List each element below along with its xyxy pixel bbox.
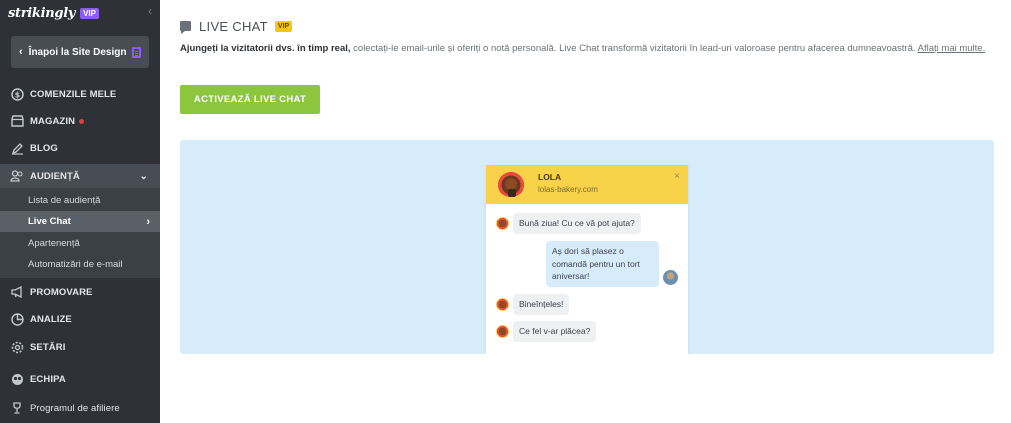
page-header: LIVE CHAT VIP [180,17,293,35]
store-icon [10,114,24,128]
sidebar-subitem-live-chat[interactable]: Live Chat › [0,211,160,232]
sidebar-item-label: ANALIZE [30,313,72,325]
chat-message: Bună ziua! Cu ce vă pot ajuta? [496,213,641,234]
chevron-left-icon: ‹ [19,46,23,58]
collapse-sidebar-icon[interactable]: ‹ [148,4,152,18]
site-pages-icon [132,46,142,58]
sidebar-item-analytics[interactable]: ANALIZE [0,307,160,331]
sidebar-item-orders[interactable]: $ COMENZILE MELE [0,82,160,106]
app-root: strikingly VIP ‹ ‹ Înapoi la Site Design… [0,0,1011,423]
chevron-down-icon: ⌄ [139,170,148,182]
chat-message: Bineînțeles! [496,294,570,315]
chat-widget-header: LOLA lolas-bakery.com × [486,165,688,204]
sidebar-item-label: Programul de afiliere [30,402,120,414]
sidebar-subitem-audience-list[interactable]: Lista de audiență [0,190,160,211]
sidebar-item-promotion[interactable]: PROMOVARE [0,280,160,304]
activate-live-chat-button[interactable]: ACTIVEAZĂ LIVE CHAT [180,85,320,114]
sidebar-item-store[interactable]: MAGAZIN [0,109,160,133]
sidebar-item-team[interactable]: ECHIPA [0,367,160,391]
sidebar-item-label: ECHIPA [30,373,66,385]
sidebar-subitem-label: Automatizări de e-mail [28,259,123,270]
team-icon [10,372,24,386]
trophy-icon [10,401,24,415]
agent-avatar-small [496,325,509,338]
sidebar-item-settings[interactable]: SETĂRI [0,335,160,359]
agent-site: lolas-bakery.com [538,185,598,194]
page-description: Ajungeți la vizitatorii dvs. în timp rea… [180,41,988,56]
message-bubble-user: Aș dori să plasez o comandă pentru un to… [546,241,659,287]
brand[interactable]: strikingly VIP [8,5,99,21]
pen-icon [10,141,24,155]
sidebar-item-label: SETĂRI [30,341,66,353]
user-avatar [663,270,678,285]
sidebar-subitem-membership[interactable]: Apartenență [0,233,160,254]
gear-icon [10,340,24,354]
users-icon [10,169,24,183]
sidebar-item-label: AUDIENȚĂ [30,170,80,182]
live-chat-preview: LOLA lolas-bakery.com × Bună ziua! Cu ce… [180,140,994,354]
page-title: LIVE CHAT [199,18,268,34]
pie-chart-icon [10,312,24,326]
description-bold: Ajungeți la vizitatorii dvs. în timp rea… [180,43,351,54]
sidebar: strikingly VIP ‹ ‹ Înapoi la Site Design… [0,0,160,423]
vip-badge: VIP [80,7,99,19]
chat-message: Ce fel v-ar plăcea? [496,321,597,342]
sidebar-item-label: PROMOVARE [30,286,93,298]
agent-avatar [496,167,526,197]
sidebar-subitem-label: Lista de audiență [28,195,101,206]
sidebar-subitem-label: Live Chat [28,216,71,227]
sidebar-item-label: COMENZILE MELE [30,88,117,100]
chat-widget: LOLA lolas-bakery.com × Bună ziua! Cu ce… [486,165,688,354]
chat-bubble-icon [180,21,191,34]
sidebar-item-label: MAGAZIN [30,115,76,127]
svg-text:$: $ [14,90,20,99]
back-button-label: Înapoi la Site Design [28,46,127,58]
message-bubble: Ce fel v-ar plăcea? [513,321,597,342]
sidebar-subitem-email-automation[interactable]: Automatizări de e-mail [0,254,160,275]
sidebar-item-affiliate[interactable]: Programul de afiliere [0,396,160,420]
vip-badge: VIP [274,20,293,32]
agent-name: LOLA [538,172,562,182]
message-bubble: Bună ziua! Cu ce vă pot ajuta? [513,213,641,234]
dollar-circle-icon: $ [10,87,24,101]
agent-avatar-small [496,298,509,311]
close-icon[interactable]: × [674,171,680,182]
description-text: colectați-le email-urile și oferiți o no… [350,43,918,54]
sidebar-subitem-label: Apartenență [28,238,80,249]
megaphone-icon [10,285,24,299]
message-bubble: Bineînțeles! [513,294,570,315]
sidebar-item-audience[interactable]: AUDIENȚĂ ⌄ [0,164,160,188]
back-to-site-design-button[interactable]: ‹ Înapoi la Site Design [11,36,149,68]
notification-dot [79,118,85,124]
strikingly-logo: strikingly [8,5,76,21]
agent-avatar-small [496,217,509,230]
chevron-right-icon: › [146,215,150,228]
chat-message-user: Aș dori să plasez o comandă pentru un to… [546,241,678,287]
sidebar-item-label: BLOG [30,142,58,154]
sidebar-item-blog[interactable]: BLOG [0,136,160,160]
learn-more-link[interactable]: Aflați mai multe. [918,43,986,54]
